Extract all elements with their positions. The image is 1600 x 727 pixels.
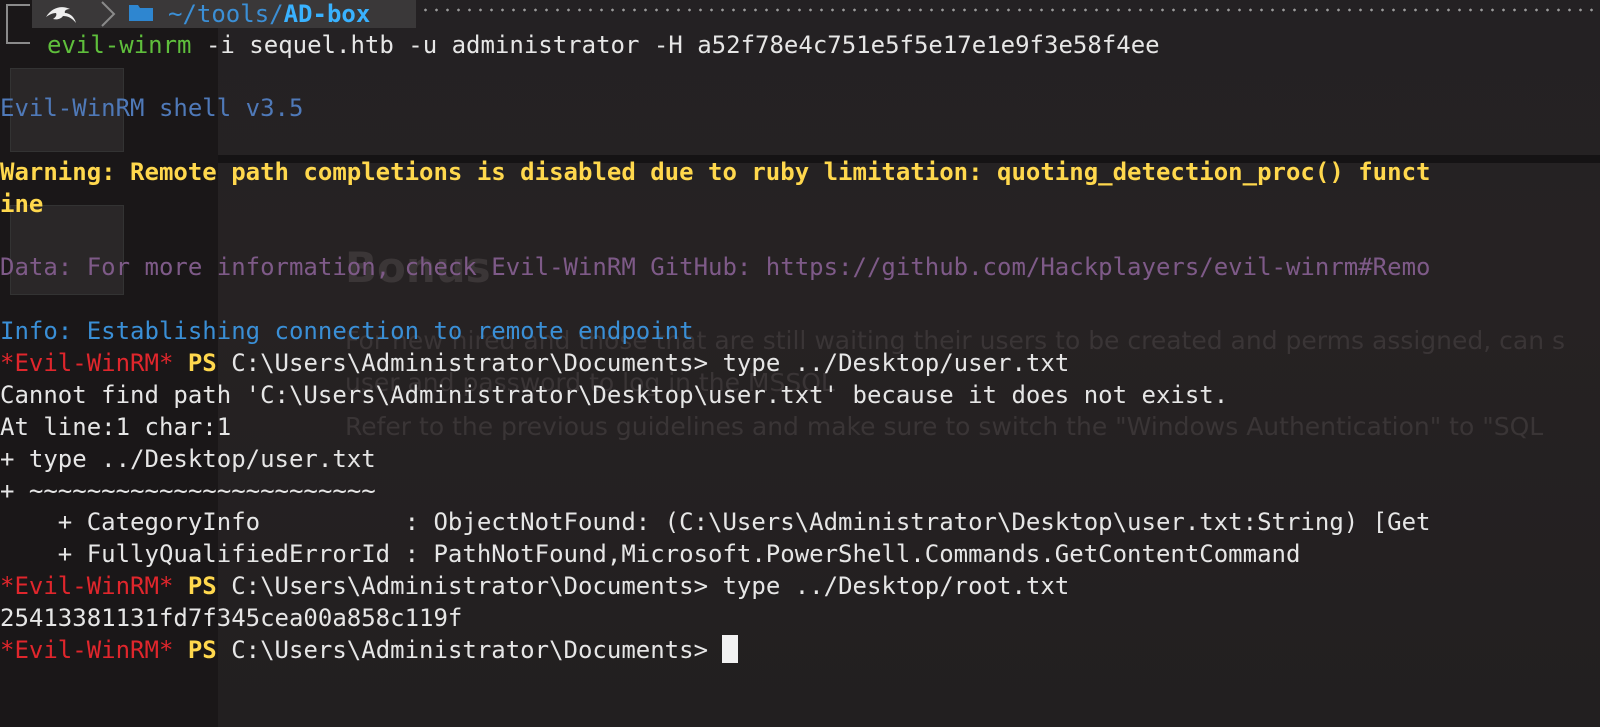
info-line: Info: Establishing connection to remote … xyxy=(0,317,694,345)
shell-tag: *Evil-WinRM* xyxy=(0,572,174,600)
ps-label: PS xyxy=(187,636,217,664)
background-paragraph: Refer to the previous guidelines and mak… xyxy=(345,412,1544,441)
folder-icon xyxy=(128,0,154,28)
command-name: evil-winrm xyxy=(47,31,192,59)
ps-prompt-line: *Evil-WinRM* PS C:\Users\Administrator\D… xyxy=(0,570,1069,602)
ps-label: PS xyxy=(187,349,217,377)
prompt-trail xyxy=(708,636,722,664)
shell-tag: *Evil-WinRM* xyxy=(0,636,174,664)
error-line: At line:1 char:1 xyxy=(0,413,232,441)
active-prompt-line[interactable]: *Evil-WinRM* PS C:\Users\Administrator\D… xyxy=(0,634,739,666)
prompt-path-segment: ~/tools/AD-box xyxy=(124,0,416,28)
prompt-path-current: AD-box xyxy=(283,0,371,28)
error-line: + ~~~~~~~~~~~~~~~~~~~~~~~~ xyxy=(0,477,376,505)
shell-tag: *Evil-WinRM* xyxy=(0,349,174,377)
kali-dragon-icon xyxy=(46,7,76,23)
ps-prompt-line: *Evil-WinRM* PS C:\Users\Administrator\D… xyxy=(0,347,1069,379)
error-line: + CategoryInfo : ObjectNotFound: (C:\Use… xyxy=(0,508,1431,536)
prompt-kali-segment xyxy=(32,0,94,28)
warning-line-wrap: ine xyxy=(0,190,44,218)
cwd: C:\Users\Administrator\Documents> xyxy=(216,349,709,377)
text-cursor[interactable] xyxy=(722,635,739,663)
error-line: + FullyQualifiedErrorId : PathNotFound,M… xyxy=(0,540,1301,568)
prompt-path-prefix: ~/tools/ xyxy=(168,0,284,28)
warning-line: Warning: Remote path completions is disa… xyxy=(0,158,1431,186)
cwd: C:\Users\Administrator\Documents> xyxy=(216,572,709,600)
error-line: Cannot find path 'C:\Users\Administrator… xyxy=(0,381,1229,409)
typed-command: type ../Desktop/user.txt xyxy=(708,349,1070,377)
error-line: + type ../Desktop/user.txt xyxy=(0,445,376,473)
command-line: evil-winrm -i sequel.htb -u administrato… xyxy=(47,29,1160,61)
prompt-corner-bracket xyxy=(6,4,30,44)
data-line: Data: For more information, check Evil-W… xyxy=(0,253,1431,281)
cwd: C:\Users\Administrator\Documents> xyxy=(216,636,709,664)
root-flag-output: 25413381131fd7f345cea00a858c119f xyxy=(0,604,463,632)
chevron-right-icon xyxy=(101,1,116,27)
prompt-separator xyxy=(94,0,124,28)
ps-label: PS xyxy=(187,572,217,600)
prompt-fill-dots xyxy=(420,8,1600,12)
shell-banner: Evil-WinRM shell v3.5 xyxy=(0,94,304,122)
command-args: -i sequel.htb -u administrator -H a52f78… xyxy=(191,31,1160,59)
typed-command: type ../Desktop/root.txt xyxy=(708,572,1070,600)
terminal-window[interactable]: Bonus For new hired and those that are s… xyxy=(0,0,1600,727)
